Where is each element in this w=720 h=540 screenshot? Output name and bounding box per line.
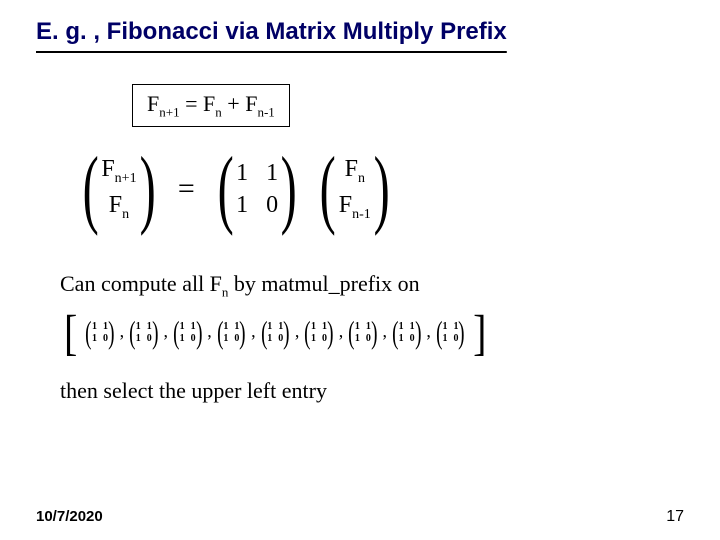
rec-f1-sub: n+1 bbox=[159, 104, 179, 119]
mat-lhs-a-base: F bbox=[101, 156, 114, 182]
mat-eq-sign: = bbox=[172, 174, 201, 204]
small-matrix: 1110 bbox=[302, 318, 335, 346]
footer-date: 10/7/2020 bbox=[36, 508, 103, 525]
mat-rhs-a-base: F bbox=[345, 156, 358, 182]
mat-M-11: 1 bbox=[236, 161, 248, 185]
small-matrix: 1110 bbox=[171, 318, 204, 346]
matrix-array: [ 1110,1110,1110,1110,1110,1110,1110,111… bbox=[60, 309, 684, 356]
close-bracket-icon: ] bbox=[469, 303, 490, 362]
recurrence-box: Fn+1 = Fn + Fn-1 bbox=[132, 84, 290, 127]
mat-M-21: 1 bbox=[236, 193, 248, 217]
mat-lhs: Fn+1 Fn bbox=[76, 153, 162, 225]
comma: , bbox=[292, 321, 303, 342]
mat-M: 11 10 bbox=[211, 153, 304, 225]
rec-f3-sub: n-1 bbox=[257, 104, 274, 119]
small-matrix: 1110 bbox=[259, 318, 292, 346]
matrix-equation: Fn+1 Fn = 11 10 Fn Fn-1 bbox=[76, 153, 684, 225]
mat-lhs-b-base: F bbox=[109, 192, 122, 218]
comma: , bbox=[336, 321, 347, 342]
mat-rhs-b-sub: n-1 bbox=[352, 207, 371, 222]
comma: , bbox=[117, 321, 128, 342]
mat-M-12: 1 bbox=[266, 161, 278, 185]
small-matrix: 1110 bbox=[390, 318, 423, 346]
comma: , bbox=[204, 321, 215, 342]
rec-f2-base: F bbox=[203, 91, 215, 116]
open-bracket-icon: [ bbox=[60, 303, 81, 362]
rec-eq: = bbox=[180, 91, 203, 116]
small-matrix: 1110 bbox=[434, 318, 467, 346]
small-matrix: 1110 bbox=[215, 318, 248, 346]
body-then: then select the upper left entry bbox=[60, 378, 684, 404]
rec-f1-base: F bbox=[147, 91, 159, 116]
footer: 10/7/2020 17 bbox=[36, 508, 684, 526]
small-matrix: 1110 bbox=[83, 318, 116, 346]
comma: , bbox=[160, 321, 171, 342]
small-matrix: 1110 bbox=[127, 318, 160, 346]
mat-M-22: 0 bbox=[266, 193, 278, 217]
mat-rhs: Fn Fn-1 bbox=[313, 153, 396, 225]
slide-title: E. g. , Fibonacci via Matrix Multiply Pr… bbox=[36, 18, 684, 52]
comma: , bbox=[423, 321, 434, 342]
comma: , bbox=[380, 321, 391, 342]
comma: , bbox=[248, 321, 259, 342]
footer-page-number: 17 bbox=[666, 508, 684, 526]
small-matrix: 1110 bbox=[346, 318, 379, 346]
body-1b: by matmul_prefix on bbox=[228, 271, 419, 296]
mat-rhs-a-sub: n bbox=[358, 170, 365, 185]
mat-lhs-a-sub: n+1 bbox=[115, 170, 137, 185]
body-line-1: Can compute all Fn by matmul_prefix on bbox=[60, 271, 684, 300]
rec-f3-base: F bbox=[245, 91, 257, 116]
rec-plus: + bbox=[222, 91, 245, 116]
mat-rhs-b-base: F bbox=[339, 192, 352, 218]
mat-lhs-b-sub: n bbox=[122, 207, 129, 222]
body-1a: Can compute all F bbox=[60, 271, 222, 296]
